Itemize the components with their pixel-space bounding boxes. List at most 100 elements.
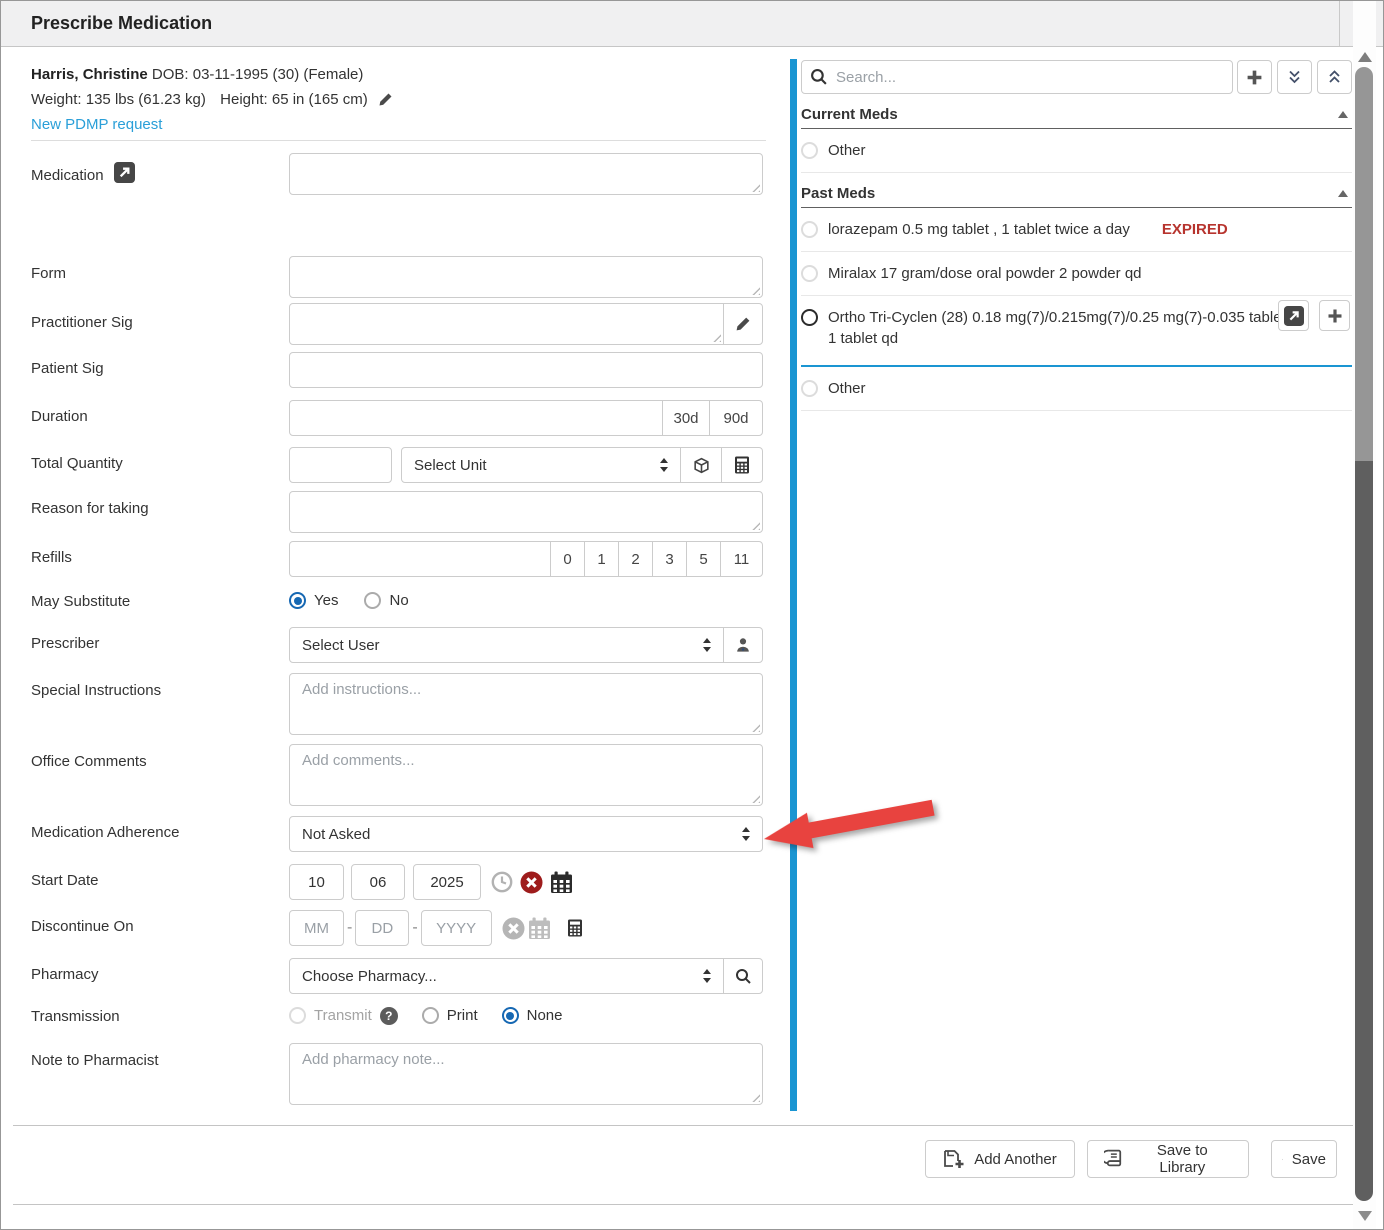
- medication-adherence-select[interactable]: Not Asked: [289, 816, 763, 852]
- start-date-clock-icon[interactable]: [491, 871, 513, 893]
- calculator-icon: [734, 456, 750, 474]
- duration-calculator-icon[interactable]: [567, 919, 583, 937]
- add-medication-button[interactable]: [1237, 60, 1272, 94]
- duration-30d-button[interactable]: 30d: [662, 400, 710, 436]
- add-another-button[interactable]: Add Another: [925, 1140, 1075, 1178]
- special-instructions-input[interactable]: Add instructions...: [289, 673, 763, 735]
- book-icon: [1104, 1149, 1124, 1169]
- pharmacy-search-button[interactable]: [723, 958, 763, 994]
- med-add-button[interactable]: [1319, 300, 1350, 331]
- pharmacy-select[interactable]: Choose Pharmacy...: [289, 958, 724, 994]
- radio-selected-icon: [502, 1007, 519, 1024]
- patient-divider: [31, 140, 766, 141]
- medication-label: Medication: [31, 153, 289, 195]
- transmission-print-option[interactable]: Print: [422, 1007, 478, 1024]
- office-comments-label: Office Comments: [31, 744, 289, 806]
- refills-1-button[interactable]: 1: [584, 541, 619, 577]
- patient-meta: DOB: 03-11-1995 (30) (Female): [152, 66, 363, 83]
- duration-input[interactable]: [289, 400, 663, 436]
- office-comments-input[interactable]: Add comments...: [289, 744, 763, 806]
- transmission-none-option[interactable]: None: [502, 1007, 563, 1024]
- refills-2-button[interactable]: 2: [618, 541, 653, 577]
- refills-3-button[interactable]: 3: [652, 541, 687, 577]
- refills-5-button[interactable]: 5: [686, 541, 721, 577]
- past-med-lorazepam[interactable]: lorazepam 0.5 mg tablet , 1 tablet twice…: [801, 208, 1352, 252]
- pharmacy-note-input[interactable]: Add pharmacy note...: [289, 1043, 763, 1105]
- search-icon: [810, 68, 828, 86]
- prescriber-select[interactable]: Select User: [289, 627, 724, 663]
- discontinue-month-input[interactable]: [289, 910, 344, 946]
- past-meds-header[interactable]: Past Meds: [801, 179, 1352, 208]
- new-pdmp-request-link[interactable]: New PDMP request: [31, 116, 162, 133]
- med-external-link-button[interactable]: [1278, 300, 1309, 331]
- duration-90d-button[interactable]: 90d: [709, 400, 763, 436]
- past-med-miralax[interactable]: Miralax 17 gram/dose oral powder 2 powde…: [801, 252, 1352, 296]
- pencil-icon: [735, 316, 751, 332]
- refills-input[interactable]: [289, 541, 551, 577]
- special-instructions-label: Special Instructions: [31, 673, 289, 735]
- prescriber-user-button[interactable]: [723, 627, 763, 663]
- prescribe-medication-dialog: Prescribe Medication Harris, Christine D…: [0, 0, 1384, 1230]
- save-floppy-icon: [1282, 1150, 1283, 1169]
- total-quantity-input[interactable]: [289, 447, 392, 483]
- pharmacy-label: Pharmacy: [31, 958, 289, 994]
- start-date-year-input[interactable]: [413, 864, 481, 900]
- meds-search: [801, 60, 1233, 94]
- start-date-clear-icon[interactable]: [520, 871, 543, 894]
- save-to-library-button[interactable]: Save to Library: [1087, 1140, 1249, 1178]
- scrollbar-down-arrow[interactable]: [1358, 1211, 1372, 1221]
- radio-unselected-icon: [801, 221, 818, 238]
- practitioner-sig-edit-button[interactable]: [723, 303, 763, 345]
- current-meds-header[interactable]: Current Meds: [801, 100, 1352, 129]
- expand-all-button[interactable]: [1317, 60, 1352, 94]
- discontinue-clear-icon[interactable]: [502, 917, 525, 940]
- practitioner-sig-input[interactable]: [289, 303, 724, 345]
- unit-select[interactable]: Select Unit: [401, 447, 681, 483]
- prescriber-label: Prescriber: [31, 627, 289, 663]
- may-substitute-no-option[interactable]: No: [364, 592, 408, 609]
- start-date-calendar-icon[interactable]: [550, 871, 573, 894]
- past-med-other[interactable]: Other: [801, 367, 1352, 411]
- discontinue-calendar-icon[interactable]: [528, 917, 551, 940]
- quantity-calculator-button[interactable]: [721, 447, 763, 483]
- form-input[interactable]: [289, 256, 763, 298]
- package-lookup-button[interactable]: [680, 447, 722, 483]
- may-substitute-yes-option[interactable]: Yes: [289, 592, 338, 609]
- scrollbar-thumb-upper[interactable]: [1355, 67, 1373, 461]
- current-med-other[interactable]: Other: [801, 129, 1352, 173]
- past-med-ortho-tri-cyclen[interactable]: Ortho Tri-Cyclen (28) 0.18 mg(7)/0.215mg…: [801, 296, 1352, 367]
- dialog-title: Prescribe Medication: [31, 1, 212, 46]
- radio-unselected-icon: [422, 1007, 439, 1024]
- note-to-pharmacist-label: Note to Pharmacist: [31, 1043, 289, 1105]
- patient-weight: Weight: 135 lbs (61.23 kg): [31, 91, 206, 108]
- radio-unselected-icon: [801, 265, 818, 282]
- patient-info: Harris, Christine DOB: 03-11-1995 (30) (…: [31, 62, 393, 137]
- radio-disabled-icon: [289, 1007, 306, 1024]
- collapse-all-button[interactable]: [1277, 60, 1312, 94]
- add-another-icon: [943, 1149, 965, 1169]
- edit-vitals-pencil-icon[interactable]: [378, 92, 393, 107]
- transmit-help-icon[interactable]: ?: [380, 1007, 398, 1025]
- meds-search-input[interactable]: [801, 60, 1233, 94]
- discontinue-year-input[interactable]: [421, 910, 492, 946]
- patient-sig-input[interactable]: [289, 352, 763, 388]
- scrollbar-up-arrow[interactable]: [1358, 52, 1372, 62]
- start-date-day-input[interactable]: [351, 864, 405, 900]
- scrollbar-thumb[interactable]: [1355, 461, 1373, 1201]
- footer-divider-top: [13, 1125, 1371, 1126]
- reason-input[interactable]: [289, 491, 763, 533]
- refills-0-button[interactable]: 0: [550, 541, 585, 577]
- expired-badge: EXPIRED: [1162, 219, 1228, 240]
- patient-sig-label: Patient Sig: [31, 352, 289, 388]
- user-md-icon: [735, 637, 751, 653]
- select-arrows-icon: [739, 826, 753, 842]
- double-chevron-down-icon: [1286, 69, 1303, 85]
- save-button[interactable]: Save: [1271, 1140, 1337, 1178]
- start-date-month-input[interactable]: [289, 864, 344, 900]
- medication-input[interactable]: [289, 153, 763, 195]
- discontinue-day-input[interactable]: [355, 910, 409, 946]
- medication-external-link-icon[interactable]: [114, 162, 135, 183]
- patient-height: Height: 65 in (165 cm): [220, 91, 368, 108]
- refills-11-button[interactable]: 11: [720, 541, 763, 577]
- external-link-icon: [1284, 306, 1304, 326]
